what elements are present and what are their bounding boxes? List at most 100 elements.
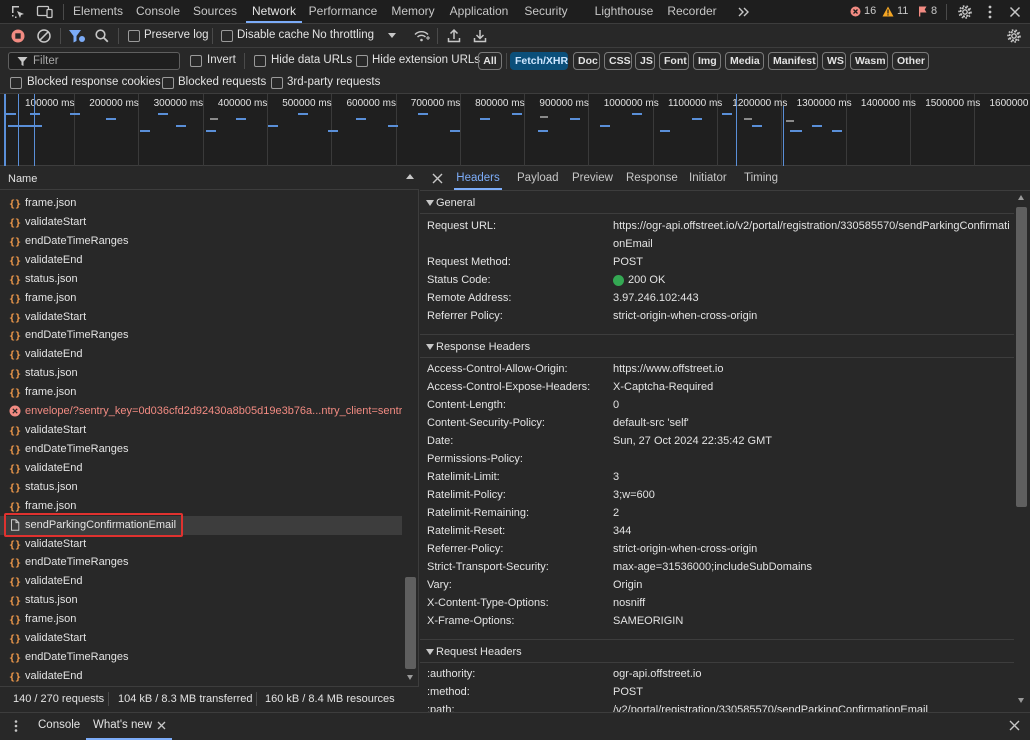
warning-counter[interactable]: 11 [882, 5, 908, 17]
type-filter-js[interactable]: JS [635, 52, 655, 70]
name-column-header[interactable]: Name [8, 173, 37, 185]
tab-memory[interactable]: Memory [387, 0, 439, 23]
issues-counter[interactable]: 8 [918, 5, 937, 17]
tab-sources[interactable]: Sources [190, 0, 240, 23]
type-filter-css[interactable]: CSS [604, 52, 632, 70]
third-party-checkbox[interactable] [271, 77, 283, 89]
network-settings-gear-icon[interactable] [1006, 28, 1022, 44]
scroll-up-arrow-icon[interactable] [1018, 195, 1024, 200]
request-row[interactable]: {} frame.json [0, 194, 402, 213]
request-row[interactable]: {} validateStart [0, 213, 402, 232]
request-row[interactable]: {} validateEnd [0, 667, 402, 686]
disable-cache-checkbox[interactable] [221, 30, 233, 42]
request-name: validateEnd [25, 670, 83, 682]
request-row[interactable]: {} frame.json [0, 289, 402, 308]
filter-input-box[interactable] [8, 52, 180, 70]
tab-recorder[interactable]: Recorder [665, 0, 719, 23]
request-row[interactable]: {} status.json [0, 270, 402, 289]
tab-security[interactable]: Security [520, 0, 572, 23]
type-filter-wasm[interactable]: Wasm [850, 52, 888, 70]
fetch-xhr-braces-icon: {} [9, 216, 21, 228]
request-row[interactable]: {} endDateTimeRanges [0, 440, 402, 459]
request-name: envelope/?sentry_key=0d036cfd2d92430a8b0… [25, 405, 402, 418]
fetch-xhr-braces-icon: {} [9, 538, 21, 550]
type-filter-ws[interactable]: WS [822, 52, 846, 70]
type-filter-media[interactable]: Media [725, 52, 764, 70]
close-whats-new-icon[interactable] [157, 721, 166, 730]
hide-extension-urls-checkbox[interactable] [356, 55, 368, 67]
request-row[interactable]: {} validateEnd [0, 459, 402, 478]
type-filter-manifest[interactable]: Manifest [768, 52, 818, 70]
filter-input[interactable] [33, 54, 173, 68]
request-name: validateStart [25, 310, 87, 323]
type-filter-img[interactable]: Img [693, 52, 721, 70]
close-devtools-icon[interactable] [1008, 5, 1022, 19]
request-row[interactable]: {} validateEnd [0, 572, 402, 591]
type-filter-doc[interactable]: Doc [573, 52, 600, 70]
request-row[interactable]: {} frame.json [0, 383, 402, 402]
tab-lighthouse[interactable]: Lighthouse [592, 0, 656, 23]
type-filter-all[interactable]: All [478, 52, 502, 70]
filter-funnel-icon[interactable] [68, 28, 85, 44]
blocked-cookies-checkbox[interactable] [10, 77, 22, 89]
inspect-element-icon[interactable] [10, 4, 26, 20]
device-toolbar-icon[interactable] [36, 4, 54, 20]
throttling-select[interactable]: No throttling [312, 29, 374, 41]
request-row[interactable]: {} status.json [0, 364, 402, 383]
close-drawer-icon[interactable] [1009, 720, 1020, 731]
network-conditions-wifi-icon[interactable] [413, 28, 430, 44]
tab-application[interactable]: Application [446, 0, 512, 23]
invert-label: Invert [207, 54, 236, 66]
settings-gear-icon[interactable] [957, 4, 973, 20]
more-options-icon[interactable] [983, 4, 997, 20]
invert-checkbox[interactable] [190, 55, 202, 67]
tab-console[interactable]: Console [132, 0, 184, 23]
clear-icon[interactable] [36, 28, 52, 44]
tab-performance[interactable]: Performance [308, 0, 378, 23]
type-filter-font[interactable]: Font [659, 52, 689, 70]
scroll-down-arrow-icon[interactable] [407, 675, 413, 680]
detail-scrollbar[interactable] [1013, 191, 1030, 712]
chevron-down-icon[interactable] [388, 33, 396, 38]
search-icon[interactable] [94, 28, 110, 44]
request-name: validateStart [25, 215, 87, 228]
export-har-icon[interactable] [472, 28, 488, 44]
request-row[interactable]: {} endDateTimeRanges [0, 232, 402, 251]
scroll-down-arrow-icon[interactable] [1018, 698, 1024, 703]
drawer-tab-console[interactable]: Console [38, 713, 80, 740]
request-row[interactable]: {} endDateTimeRanges [0, 648, 402, 667]
tab-network[interactable]: Network [246, 0, 302, 23]
detail-scrollbar-thumb[interactable] [1016, 207, 1027, 507]
network-overview-timeline[interactable]: 100000 ms 200000 ms 300000 ms 400000 ms 5000… [0, 94, 1030, 166]
resources-size: 160 kB / 8.4 MB resources [265, 693, 395, 705]
preserve-log-checkbox[interactable] [128, 30, 140, 42]
request-name: frame.json [25, 197, 77, 209]
request-row[interactable]: {} endDateTimeRanges [0, 326, 402, 345]
blocked-requests-checkbox[interactable] [162, 77, 174, 89]
type-filter-other[interactable]: Other [892, 52, 929, 70]
request-name: validateStart [25, 424, 87, 437]
hide-data-urls-checkbox[interactable] [254, 55, 266, 67]
drawer-menu-icon[interactable] [11, 719, 21, 733]
request-row[interactable]: {} validateEnd [0, 251, 402, 270]
tab-elements[interactable]: Elements [70, 0, 126, 23]
type-filter-fetch-xhr[interactable]: Fetch/XHR [510, 52, 568, 70]
request-name: frame.json [25, 613, 77, 626]
error-counter[interactable]: 16 [850, 5, 876, 17]
request-row[interactable]: {} status.json [0, 591, 402, 610]
request-row[interactable]: {} status.json [0, 478, 402, 497]
request-row[interactable]: {} validateStart [0, 308, 402, 327]
list-scrollbar-thumb[interactable] [405, 577, 416, 669]
more-tabs-icon[interactable] [737, 5, 751, 19]
import-har-icon[interactable] [446, 28, 462, 44]
request-row[interactable]: {} endDateTimeRanges [0, 553, 402, 572]
request-row[interactable]: {} validateStart [0, 535, 402, 554]
request-row[interactable]: envelope/?sentry_key=0d036cfd2d92430a8b0… [0, 402, 402, 421]
request-row[interactable]: {} validateEnd [0, 345, 402, 364]
stop-recording-icon[interactable] [10, 28, 26, 44]
request-row[interactable]: {} validateStart [0, 629, 402, 648]
request-row[interactable]: {} frame.json [0, 610, 402, 629]
list-scrollbar[interactable] [402, 167, 419, 686]
request-row[interactable]: {} validateStart [0, 421, 402, 440]
list-header[interactable]: Name [0, 167, 419, 190]
